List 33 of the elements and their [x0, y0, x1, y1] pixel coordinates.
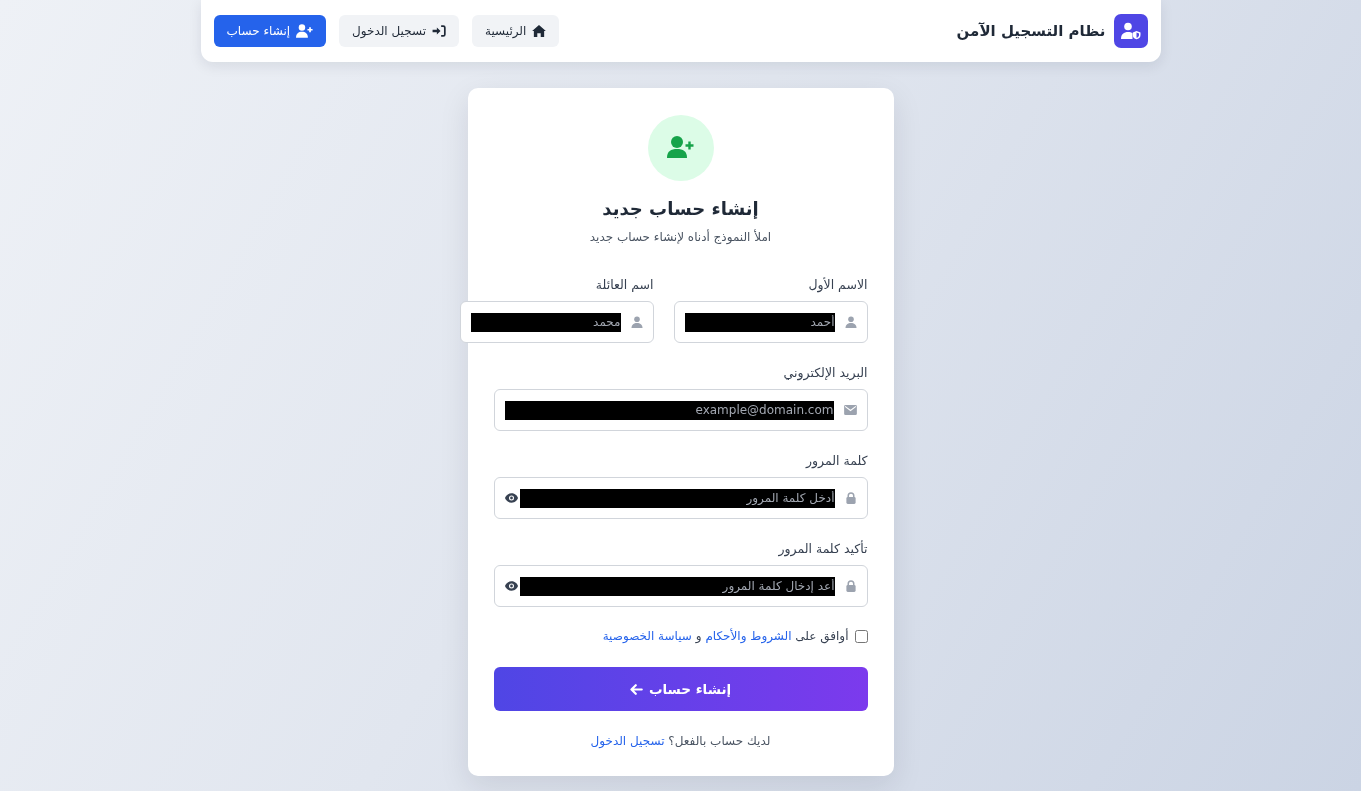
field-label: تأكيد كلمة المرور — [777, 540, 868, 557]
login-link[interactable]: تسجيل الدخول — [590, 734, 665, 748]
field-label: الاسم الأول — [807, 276, 868, 293]
terms-agreement-text: أوافق على الشروط والأحكام و سياسة الخصوصية — [602, 628, 849, 645]
eye-icon[interactable] — [504, 581, 518, 591]
home-icon — [532, 25, 547, 37]
lock-icon — [844, 580, 857, 592]
user-plus-icon — [647, 115, 714, 181]
form-subtitle: املأ النموذج أدناه لإنشاء حساب جديد — [588, 229, 773, 246]
lock-icon — [844, 492, 857, 504]
eye-icon[interactable] — [504, 493, 518, 503]
user-icon — [844, 316, 857, 328]
text-link[interactable]: الشروط والأحكام — [705, 629, 792, 643]
input-field[interactable]: example@domain.com — [493, 389, 868, 431]
checkbox[interactable] — [854, 630, 868, 643]
envelope-icon — [843, 405, 857, 415]
field-label: كلمة المرور — [804, 452, 868, 469]
user-plus-icon — [296, 24, 314, 38]
field-label: البريد الإلكتروني — [782, 364, 868, 381]
sign-in-icon — [432, 25, 447, 37]
login-prompt: لديك حساب بالفعل؟ تسجيل الدخول — [589, 733, 772, 750]
arrow-left-icon — [629, 683, 643, 695]
nav-button[interactable]: تسجيل الدخول — [339, 15, 460, 47]
nav-button[interactable]: الرئيسية — [472, 15, 560, 47]
site-title: نظام التسجيل الآمن — [956, 22, 1106, 40]
nav-button[interactable]: إنشاء حساب — [213, 15, 327, 47]
user-icon — [630, 316, 643, 328]
user-shield-logo-icon — [1113, 14, 1148, 48]
field-label: اسم العائلة — [594, 276, 654, 293]
input-field[interactable]: محمد — [459, 301, 654, 343]
form-title: إنشاء حساب جديد — [601, 198, 760, 220]
submit-button[interactable]: إنشاء حساب — [493, 667, 868, 711]
text-link[interactable]: سياسة الخصوصية — [602, 629, 692, 643]
